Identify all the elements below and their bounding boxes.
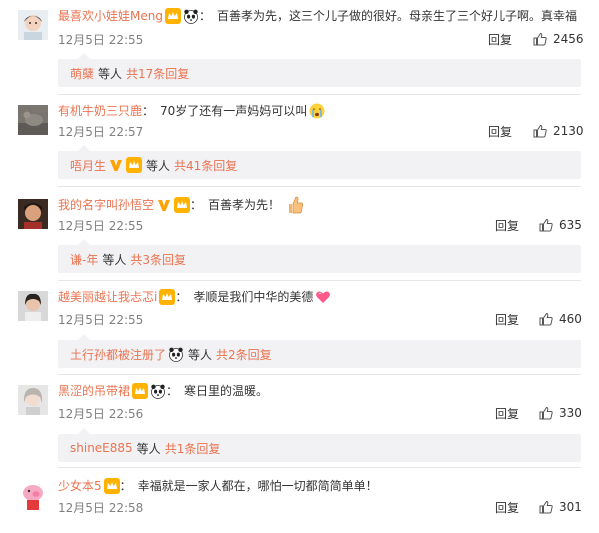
comment-text: 孝顺是我们中华的美德 <box>193 290 314 304</box>
sub-reply-count-link[interactable]: 共17条回复 <box>126 65 189 82</box>
comment-username[interactable]: 少女本5 <box>58 478 102 494</box>
like-count: 2130 <box>553 124 584 138</box>
comment-line: 最喜欢小娃娃Meng ： 百善孝为先，这三个儿子做的很好。母亲生了三个好儿子啊。… <box>58 8 577 24</box>
like-count: 301 <box>559 500 582 514</box>
avatar[interactable] <box>18 10 48 40</box>
like-count: 635 <box>559 218 582 232</box>
panda-badge-icon <box>168 346 184 362</box>
sub-replies-box: 唔月生 等人 共41条回复 <box>58 145 581 179</box>
panda-badge-icon <box>150 383 166 399</box>
colon: ： <box>166 384 179 398</box>
comment-line: 越美丽越让我忐忑i ： 孝顺是我们中华的美德 <box>58 289 331 305</box>
like-button[interactable]: 2130 <box>533 124 584 138</box>
sub-reply-username[interactable]: 唔月生 <box>70 157 106 174</box>
thumbs-up-emoji-icon <box>286 195 304 215</box>
divider <box>58 94 581 95</box>
divider <box>58 186 581 187</box>
sub-reply-connector: 等人 <box>188 347 213 362</box>
reply-button[interactable]: 回复 <box>495 407 519 421</box>
reply-button[interactable]: 回复 <box>488 125 512 139</box>
sub-replies-box: shineE885 等人 共1条回复 <box>58 428 581 462</box>
sub-reply-count-link[interactable]: 共3条回复 <box>130 251 186 268</box>
comment-time: 12月5日 22:56 <box>58 407 144 421</box>
reply-button[interactable]: 回复 <box>495 501 519 515</box>
comment-text: 幸福就是一家人都在，哪怕一切都简简单单！ <box>137 479 378 493</box>
thumbs-up-icon <box>539 312 553 326</box>
thumbs-up-icon <box>539 500 553 514</box>
crown-badge-icon[interactable] <box>159 289 176 305</box>
colon: ： <box>198 9 211 23</box>
reply-button[interactable]: 回复 <box>488 33 512 47</box>
divider <box>58 280 581 281</box>
heart-emoji-icon <box>315 289 331 305</box>
comment-username[interactable]: 有机牛奶三只鹿 <box>58 103 142 119</box>
comment-time: 12月5日 22:58 <box>58 501 144 515</box>
like-count: 2456 <box>553 32 584 46</box>
comment-line: 有机牛奶三只鹿 ： 70岁了还有一声妈妈可以叫 <box>58 103 325 119</box>
comment-username[interactable]: 最喜欢小娃娃Meng <box>58 8 163 24</box>
comment-time: 12月5日 22:55 <box>58 33 144 47</box>
sub-reply-connector: 等人 <box>136 441 161 456</box>
v-badge-icon[interactable] <box>108 157 124 173</box>
avatar[interactable] <box>18 199 48 229</box>
like-button[interactable]: 330 <box>539 406 582 420</box>
thumbs-up-icon <box>533 124 547 138</box>
like-button[interactable]: 635 <box>539 218 582 232</box>
divider <box>58 374 581 375</box>
reply-button[interactable]: 回复 <box>495 219 519 233</box>
comment-time: 12月5日 22:55 <box>58 313 144 327</box>
sub-reply-username[interactable]: 萌蘖 <box>70 65 94 82</box>
sub-reply-username[interactable]: 土行孙都被注册了 <box>70 346 166 363</box>
sub-reply-username[interactable]: shineE885 <box>70 441 133 455</box>
like-button[interactable]: 2456 <box>533 32 584 46</box>
thumbs-up-icon <box>539 218 553 232</box>
like-count: 460 <box>559 312 582 326</box>
avatar[interactable] <box>18 480 48 510</box>
crown-badge-icon[interactable] <box>174 197 191 213</box>
like-count: 330 <box>559 406 582 420</box>
thumbs-up-icon <box>533 32 547 46</box>
comment-line: 我的名字叫孙悟空 ： 百善孝为先！ <box>58 195 304 215</box>
sub-reply-count-link[interactable]: 共2条回复 <box>216 346 272 363</box>
like-button[interactable]: 301 <box>539 500 582 514</box>
crown-badge-icon[interactable] <box>126 157 143 173</box>
thumbs-up-icon <box>539 406 553 420</box>
avatar[interactable] <box>18 385 48 415</box>
sub-reply-count-link[interactable]: 共1条回复 <box>165 440 221 457</box>
comment-username[interactable]: 越美丽越让我忐忑i <box>58 289 157 305</box>
comment-line: 少女本5 ： 幸福就是一家人都在，哪怕一切都简简单单！ <box>58 478 378 494</box>
crown-badge-icon[interactable] <box>103 478 120 494</box>
avatar[interactable] <box>18 291 48 321</box>
sub-replies-box: 土行孙都被注册了 等人 共2条回复 <box>58 334 581 368</box>
comment-text: 百善孝为先，这三个儿子做的很好。母亲生了三个好儿子啊。真幸福 <box>216 9 577 23</box>
like-button[interactable]: 460 <box>539 312 582 326</box>
colon: ： <box>142 104 155 118</box>
crown-badge-icon[interactable] <box>164 8 181 24</box>
divider <box>58 467 581 468</box>
comment-text: 寒日里的温暖。 <box>184 384 269 398</box>
comment-username[interactable]: 我的名字叫孙悟空 <box>58 197 154 213</box>
crying-face-emoji-icon <box>309 103 325 119</box>
reply-button[interactable]: 回复 <box>495 313 519 327</box>
sub-reply-connector: 等人 <box>146 158 171 173</box>
v-badge-icon[interactable] <box>156 197 172 213</box>
crown-badge-icon[interactable] <box>132 383 149 399</box>
comment-text: 70岁了还有一声妈妈可以叫 <box>160 104 308 118</box>
sub-reply-connector: 等人 <box>98 66 123 81</box>
sub-reply-connector: 等人 <box>102 252 127 267</box>
comment-text: 百善孝为先！ <box>208 198 281 212</box>
colon: ： <box>190 198 203 212</box>
comment-line: 黑涩的吊带裙 ： 寒日里的温暖。 <box>58 383 268 399</box>
comment-time: 12月5日 22:55 <box>58 219 144 233</box>
sub-replies-box: 萌蘖 等人 共17条回复 <box>58 53 581 87</box>
sub-replies-box: 谦-年 等人 共3条回复 <box>58 239 581 273</box>
colon: ： <box>119 479 132 493</box>
comment-time: 12月5日 22:57 <box>58 125 144 139</box>
sub-reply-username[interactable]: 谦-年 <box>70 251 98 268</box>
panda-badge-icon <box>183 8 199 24</box>
sub-reply-count-link[interactable]: 共41条回复 <box>174 157 237 174</box>
avatar[interactable] <box>18 105 48 135</box>
colon: ： <box>175 290 188 304</box>
comment-username[interactable]: 黑涩的吊带裙 <box>58 383 130 399</box>
